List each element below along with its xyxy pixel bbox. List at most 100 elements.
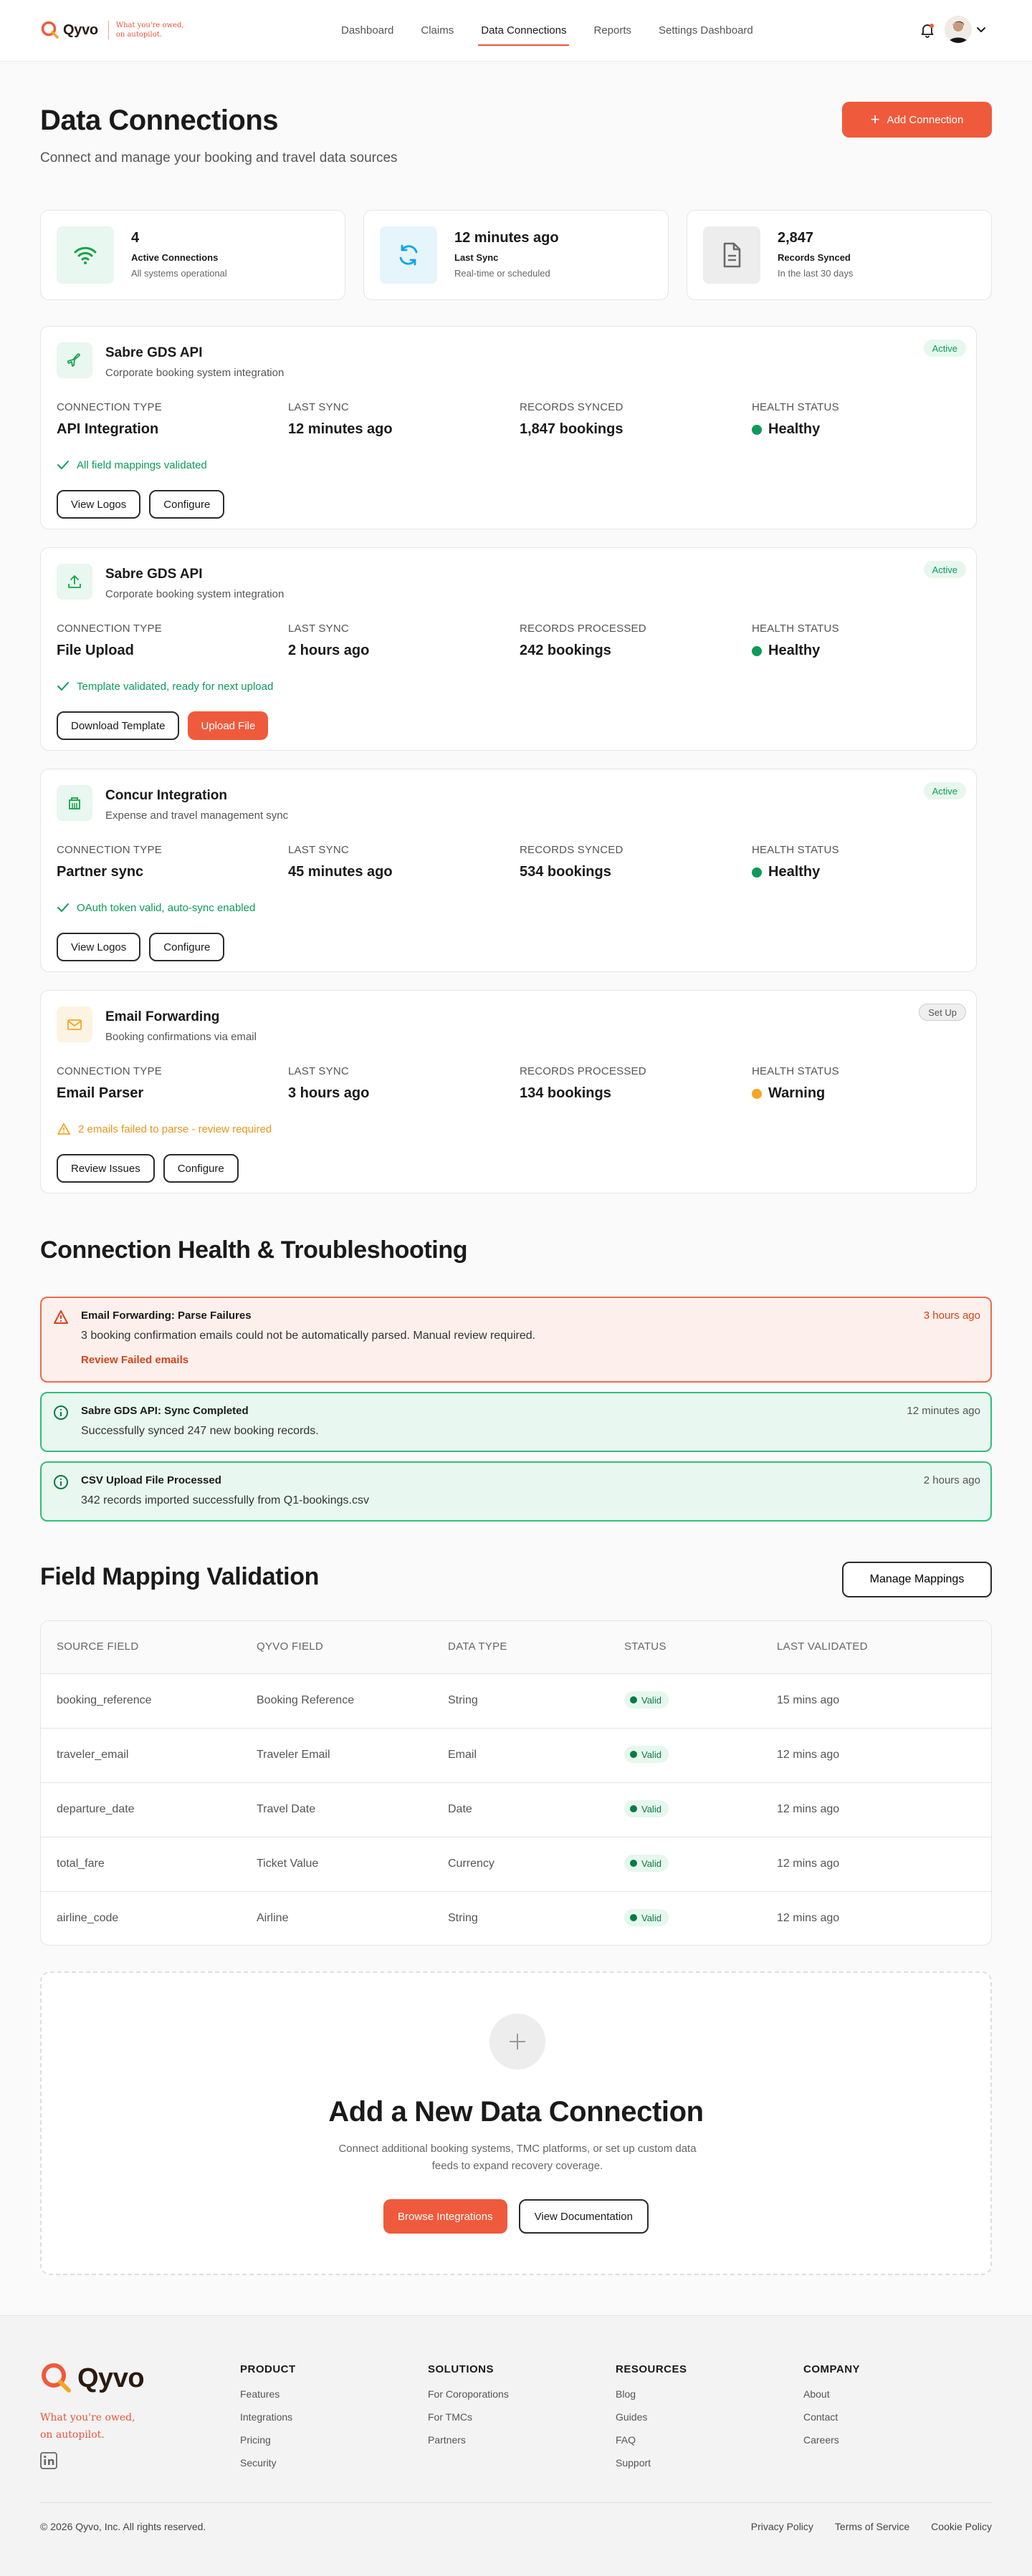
note-text: OAuth token valid, auto-sync enabled [77,901,256,914]
upload-icon [57,564,92,600]
check-icon [57,682,69,691]
table-header: SOURCE FIELD QYVO FIELD DATA TYPE STATUS… [41,1621,991,1674]
status-label: Valid [641,1803,661,1815]
footer-column-title: PRODUCT [240,2363,296,2375]
add-connection-button[interactable]: + Add Connection [842,102,992,138]
qyvo-field: Travel Date [257,1803,316,1815]
connection-note: Template validated, ready for next uploa… [57,680,273,693]
footer-link[interactable]: FAQ [616,2434,687,2457]
warning-icon [54,1310,68,1324]
footer-column-title: RESOURCES [616,2363,687,2375]
column-label: CONNECTION TYPE [57,1065,162,1077]
card-actions: View Logos Configure [57,490,233,519]
footer-link[interactable]: For Coroporations [428,2388,509,2411]
footer-link[interactable]: Guides [616,2411,687,2434]
footer-link[interactable]: Partners [428,2434,509,2457]
last-sync: LAST SYNC 45 minutes ago [288,844,393,880]
browse-integrations-button[interactable]: Browse Integrations [383,2199,507,2234]
footer-link[interactable]: Blog [616,2388,687,2411]
column-value: 2 hours ago [288,643,370,658]
stat-label: Last Sync [454,252,499,263]
footer-link[interactable]: Contact [803,2411,860,2434]
download-template-button[interactable]: Download Template [57,711,180,740]
footer-link[interactable]: Support [616,2457,687,2480]
view-documentation-button[interactable]: View Documentation [518,2199,649,2234]
bell-icon[interactable] [919,21,936,39]
cookie-policy-link[interactable]: Cookie Policy [931,2521,992,2532]
configure-button[interactable]: Configure [149,490,225,519]
last-validated: 12 mins ago [777,1749,840,1761]
status-dot [630,1805,637,1812]
note-text: Template validated, ready for next uploa… [77,680,274,693]
table-row[interactable]: airline_code Airline String Valid 12 min… [41,1892,991,1945]
linkedin-icon[interactable] [40,2452,57,2469]
privacy-policy-link[interactable]: Privacy Policy [751,2521,813,2532]
brand-logo[interactable]: Qyvo What you're owed, on autopilot. [40,20,195,40]
nav-data-connections[interactable]: Data Connections [478,24,570,46]
review-issues-button[interactable]: Review Issues [57,1154,155,1183]
status-dot [752,424,762,435]
status-badge: Valid [624,1909,669,1926]
footer-link[interactable]: Features [240,2388,296,2411]
upload-file-button[interactable]: Upload File [188,711,269,740]
qyvo-field: Airline [257,1912,289,1924]
view-logos-button[interactable]: View Logos [57,490,141,519]
plane-icon [57,342,92,378]
data-type: String [448,1694,478,1706]
stat-description: All systems operational [131,268,227,279]
nav-settings-dashboard[interactable]: Settings Dashboard [659,24,753,43]
manage-mappings-button[interactable]: Manage Mappings [842,1562,992,1597]
nav-dashboard[interactable]: Dashboard [341,24,393,43]
footer-link[interactable]: About [803,2388,860,2411]
stat-value: 2,847 [778,230,814,246]
connection-type: CONNECTION TYPE Partner sync [57,844,162,880]
alert-sync-completed: Sabre GDS API: Sync Completed Successful… [40,1392,992,1452]
top-navigation-bar: Qyvo What you're owed, on autopilot. Das… [0,0,1032,62]
data-type: Currency [448,1857,494,1870]
terms-of-service-link[interactable]: Terms of Service [835,2521,909,2532]
qyvo-field: Traveler Email [257,1749,330,1761]
user-avatar[interactable] [945,16,972,43]
connection-note: 2 emails failed to parse - review requir… [57,1123,272,1135]
status-badge: Valid [624,1691,669,1708]
main-nav: Dashboard Claims Data Connections Report… [341,24,780,46]
nav-claims[interactable]: Claims [421,24,454,43]
table-row[interactable]: total_fare Ticket Value Currency Valid 1… [41,1837,991,1892]
status-dot [752,645,762,656]
footer-link[interactable]: Careers [803,2434,860,2457]
check-icon [57,461,69,469]
records-count: RECORDS PROCESSED 242 bookings [520,623,646,659]
building-icon [57,785,92,821]
add-connection-label: Add Connection [887,113,964,126]
stat-value: 12 minutes ago [454,230,559,246]
info-icon [54,1405,68,1420]
status-dot [630,1914,637,1921]
column-value: Partner sync [57,864,144,880]
footer-link[interactable]: Pricing [240,2434,296,2457]
configure-button[interactable]: Configure [149,933,225,961]
table-row[interactable]: booking_reference Booking Reference Stri… [41,1674,991,1729]
connection-type: CONNECTION TYPE File Upload [57,623,162,659]
footer-column-product: PRODUCT Features Integrations Pricing Se… [240,2363,296,2480]
records-count: RECORDS PROCESSED 134 bookings [520,1065,646,1102]
status-dot [752,867,762,878]
alert-text: Successfully synced 247 new booking reco… [81,1425,319,1437]
document-icon [703,226,760,284]
footer-link[interactable]: For TMCs [428,2411,509,2434]
chevron-down-icon[interactable] [976,24,986,34]
add-new-actions: Browse Integrations View Documentation [42,2199,990,2234]
add-new-connection-panel: Add a New Data Connection Connect additi… [40,1971,992,2275]
alert-title: Email Forwarding: Parse Failures [81,1309,252,1322]
view-logos-button[interactable]: View Logos [57,933,141,961]
qyvo-logo-icon [42,2363,71,2393]
configure-button[interactable]: Configure [163,1154,239,1183]
alert-time: 3 hours ago [923,1309,980,1322]
table-row[interactable]: departure_date Travel Date Date Valid 12… [41,1783,991,1837]
footer-link[interactable]: Integrations [240,2411,296,2434]
plus-icon[interactable] [489,2014,545,2070]
footer-logo[interactable]: Qyvo [40,2362,145,2395]
review-failed-emails-link[interactable]: Review Failed emails [81,1354,188,1366]
table-row[interactable]: traveler_email Traveler Email Email Vali… [41,1729,991,1783]
nav-reports[interactable]: Reports [593,24,631,43]
footer-link[interactable]: Security [240,2457,296,2480]
